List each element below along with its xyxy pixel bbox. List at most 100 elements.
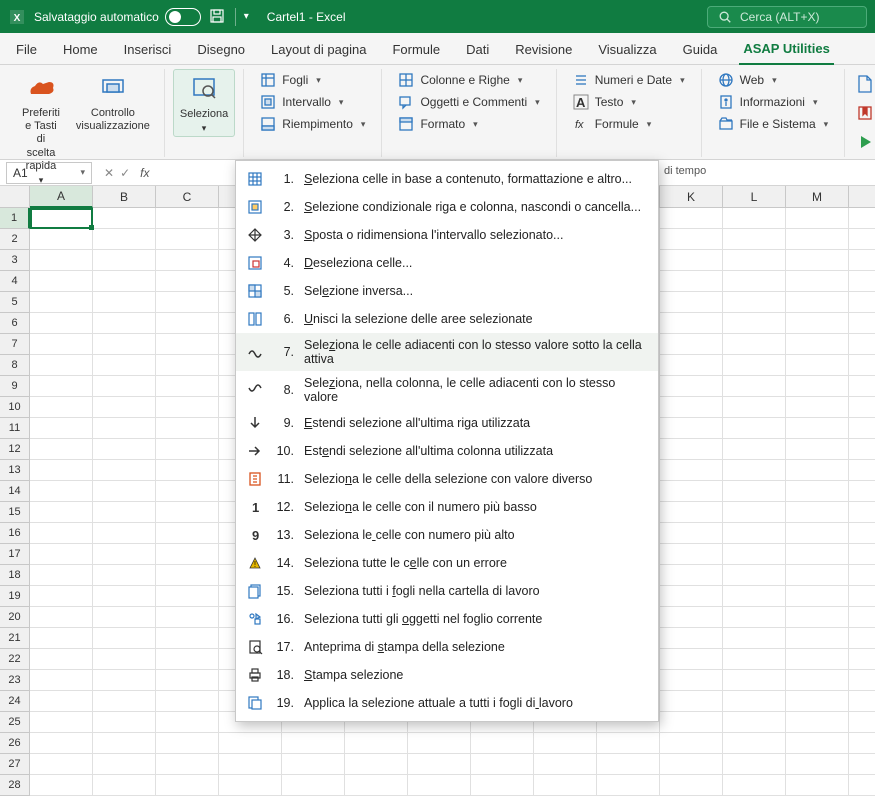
cell[interactable] — [30, 670, 93, 691]
menu-item-1[interactable]: 1.Seleziona celle in base a contenuto, f… — [236, 165, 658, 193]
ribbon-item-numeri-e-date[interactable]: Numeri e Date▾ — [569, 71, 689, 89]
cell[interactable] — [93, 649, 156, 670]
cell[interactable] — [30, 481, 93, 502]
search-input[interactable]: Cerca (ALT+X) — [707, 6, 867, 28]
cell[interactable] — [723, 733, 786, 754]
row-header[interactable]: 5 — [0, 292, 30, 313]
menu-item-9[interactable]: 9.Estendi selezione all'ultima riga util… — [236, 409, 658, 437]
ribbon-item-riempimento[interactable]: Riempimento▾ — [256, 115, 369, 133]
cell[interactable] — [786, 712, 849, 733]
cell[interactable] — [849, 208, 875, 229]
ribbon-item-intervallo[interactable]: Intervallo▾ — [256, 93, 369, 111]
row-header[interactable]: 11 — [0, 418, 30, 439]
cell[interactable] — [786, 481, 849, 502]
cell[interactable] — [786, 418, 849, 439]
cell[interactable] — [408, 775, 471, 796]
cell[interactable] — [345, 775, 408, 796]
cell[interactable] — [30, 544, 93, 565]
column-header[interactable]: K — [660, 186, 723, 208]
cell[interactable] — [786, 376, 849, 397]
cell[interactable] — [849, 649, 875, 670]
cell[interactable] — [660, 250, 723, 271]
cell[interactable] — [723, 586, 786, 607]
ribbon-item-formule[interactable]: fxFormule▾ — [569, 115, 689, 133]
menu-item-5[interactable]: 5.Selezione inversa... — [236, 277, 658, 305]
cell[interactable] — [93, 733, 156, 754]
cell[interactable] — [471, 733, 534, 754]
cell[interactable] — [30, 502, 93, 523]
cell[interactable] — [597, 754, 660, 775]
cell[interactable] — [849, 586, 875, 607]
tab-file[interactable]: File — [12, 36, 41, 64]
cell[interactable] — [219, 754, 282, 775]
cell[interactable] — [30, 418, 93, 439]
menu-item-11[interactable]: 11.Seleziona le celle della selezione co… — [236, 465, 658, 493]
cell[interactable] — [723, 460, 786, 481]
cell[interactable] — [786, 208, 849, 229]
cell[interactable] — [786, 523, 849, 544]
cell[interactable] — [786, 649, 849, 670]
ribbon-item-file-e-sistema[interactable]: File e Sistema▾ — [714, 115, 833, 133]
row-header[interactable]: 8 — [0, 355, 30, 376]
cell[interactable] — [660, 229, 723, 250]
row-header[interactable]: 2 — [0, 229, 30, 250]
cell[interactable] — [156, 733, 219, 754]
cell[interactable] — [786, 607, 849, 628]
cell[interactable] — [723, 229, 786, 250]
tab-home[interactable]: Home — [59, 36, 102, 64]
cell[interactable] — [93, 523, 156, 544]
cell[interactable] — [30, 712, 93, 733]
cell[interactable] — [786, 439, 849, 460]
cell[interactable] — [723, 418, 786, 439]
cell[interactable] — [660, 355, 723, 376]
cell[interactable] — [723, 565, 786, 586]
menu-item-16[interactable]: 16.Seleziona tutti gli oggetti nel fogli… — [236, 605, 658, 633]
cell[interactable] — [408, 733, 471, 754]
menu-item-4[interactable]: 4.Deseleziona celle... — [236, 249, 658, 277]
row-header[interactable]: 6 — [0, 313, 30, 334]
row-header[interactable]: 25 — [0, 712, 30, 733]
cell[interactable] — [786, 313, 849, 334]
cell[interactable] — [660, 460, 723, 481]
menu-item-19[interactable]: 19.Applica la selezione attuale a tutti … — [236, 689, 658, 717]
ribbon-item-web[interactable]: Web▾ — [714, 71, 833, 89]
cell[interactable] — [471, 754, 534, 775]
cell[interactable] — [723, 775, 786, 796]
cell[interactable] — [849, 607, 875, 628]
cell[interactable] — [660, 208, 723, 229]
play-icon[interactable] — [851, 130, 875, 155]
undo-dropdown-icon[interactable]: ▾ — [244, 11, 249, 22]
cell[interactable] — [534, 733, 597, 754]
cell[interactable] — [156, 418, 219, 439]
cell[interactable] — [660, 439, 723, 460]
menu-item-12[interactable]: 112.Seleziona le celle con il numero più… — [236, 493, 658, 521]
cell[interactable] — [849, 565, 875, 586]
column-header[interactable]: C — [156, 186, 219, 208]
cell[interactable] — [849, 397, 875, 418]
menu-item-10[interactable]: 10.Estendi selezione all'ultima colonna … — [236, 437, 658, 465]
tab-dati[interactable]: Dati — [462, 36, 493, 64]
cell[interactable] — [156, 271, 219, 292]
cell[interactable] — [93, 628, 156, 649]
doc-icon[interactable] — [851, 71, 875, 96]
column-header[interactable]: M — [786, 186, 849, 208]
cell[interactable] — [471, 775, 534, 796]
menu-item-7[interactable]: 7.Seleziona le celle adiacenti con lo st… — [236, 333, 658, 371]
tab-layout-di-pagina[interactable]: Layout di pagina — [267, 36, 370, 64]
cell[interactable] — [156, 544, 219, 565]
cell[interactable] — [93, 460, 156, 481]
cell[interactable] — [786, 292, 849, 313]
row-header[interactable]: 27 — [0, 754, 30, 775]
column-header[interactable]: B — [93, 186, 156, 208]
cell[interactable] — [156, 628, 219, 649]
cell[interactable] — [849, 292, 875, 313]
cell[interactable] — [786, 271, 849, 292]
cell[interactable] — [219, 733, 282, 754]
cell[interactable] — [93, 250, 156, 271]
cell[interactable] — [156, 292, 219, 313]
menu-item-17[interactable]: 17.Anteprima di stampa della selezione — [236, 633, 658, 661]
column-header[interactable]: L — [723, 186, 786, 208]
row-header[interactable]: 12 — [0, 439, 30, 460]
ribbon-item-testo[interactable]: ATesto▾ — [569, 93, 689, 111]
cell[interactable] — [660, 691, 723, 712]
